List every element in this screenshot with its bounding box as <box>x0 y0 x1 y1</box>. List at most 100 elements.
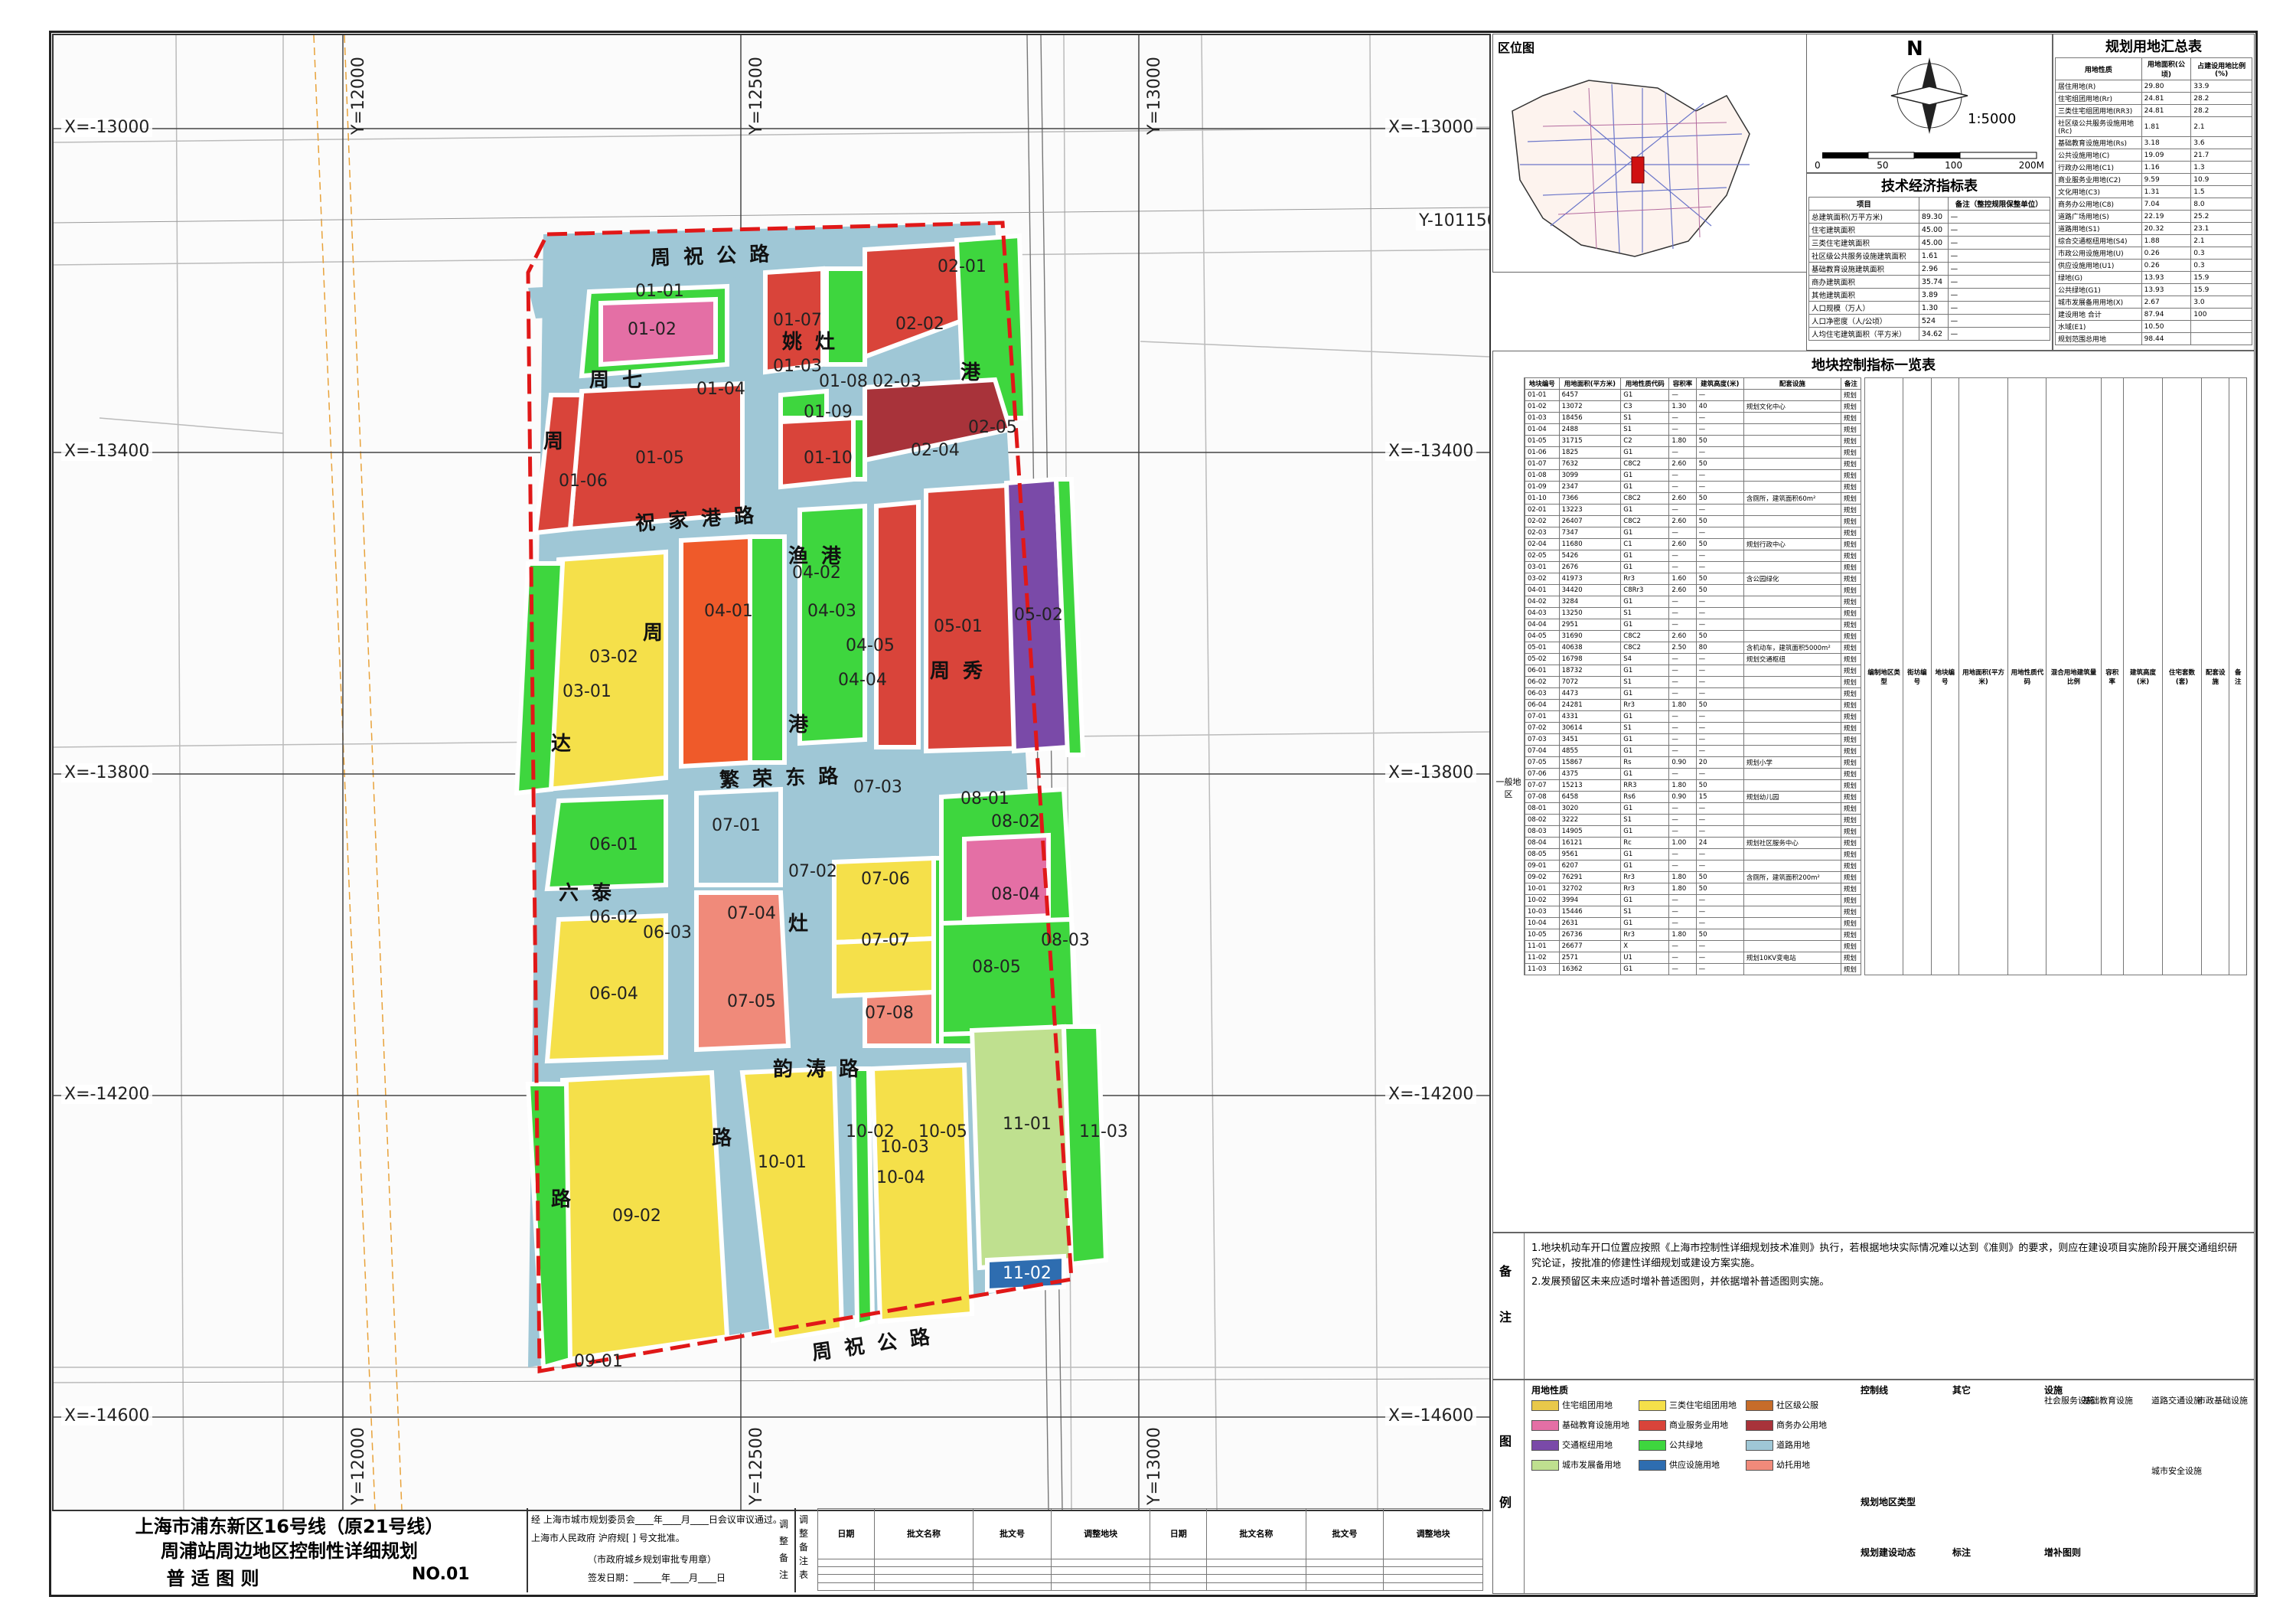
parcel-label[interactable]: 07-05 <box>727 992 776 1011</box>
parcel-label[interactable]: 10-04 <box>876 1168 925 1187</box>
table-row[interactable]: 06-04 24281 Rr3 1.80 50 规划 <box>1525 699 1862 711</box>
table-row[interactable]: 01-07 7632 C8C2 2.60 50 规划 <box>1525 458 1862 470</box>
table-row[interactable]: 01-08 3099 G1— — 规划 <box>1525 469 1862 482</box>
parcel-label[interactable]: 07-04 <box>727 904 776 923</box>
parcel-label[interactable]: 01-07 <box>773 311 822 330</box>
table-row[interactable]: 02-03 7347 G1— — 规划 <box>1525 527 1862 539</box>
table-row[interactable]: 09-02 76291 Rr3 1.80 50 含厕所，建筑面积200m² 规划 <box>1525 871 1862 883</box>
table-row[interactable]: 04-05 31690 C8C2 2.60 50 规划 <box>1525 630 1862 642</box>
parcel-label[interactable]: 06-02 <box>589 908 638 927</box>
table-row[interactable]: 07-04 4855 G1— — 规划 <box>1525 745 1862 757</box>
parcel-label[interactable]: 11-02 <box>1003 1264 1052 1283</box>
table-row[interactable]: 04-03 13250 S1— — 规划 <box>1525 607 1862 619</box>
table-row[interactable]: 01-04 2488 S1— — 规划 <box>1525 423 1862 436</box>
parcel-label[interactable]: 06-03 <box>643 923 692 942</box>
parcel-control-table[interactable]: 地块编号 用地面积(平方米) 用地性质代码 容积率 建筑高度(米) 配套设施 备注 01-0… <box>1525 377 1862 975</box>
parcel-label[interactable]: 07-01 <box>712 816 761 835</box>
regulatory-map[interactable]: X=-13000 X=-13400 X=-13800 X=-14200 X=-1… <box>52 34 1491 1511</box>
table-row[interactable]: 07-07 15213 RR3 1.80 50 规划 <box>1525 779 1862 792</box>
parcel-label[interactable]: 07-02 <box>788 862 837 881</box>
parcel-label[interactable]: 04-02 <box>792 563 841 583</box>
table-row[interactable]: 08-01 3020 G1— — 规划 <box>1525 802 1862 815</box>
parcel-label[interactable]: 01-01 <box>635 282 684 301</box>
parcel-label[interactable]: 01-09 <box>804 403 853 422</box>
table-row[interactable]: 04-04 2951 G1— — 规划 <box>1525 619 1862 631</box>
parcel-label[interactable]: 01-10 <box>804 449 853 468</box>
table-row[interactable]: 01-05 31715 C2 1.80 50 规划 <box>1525 435 1862 447</box>
parcel-label[interactable]: 08-04 <box>991 885 1040 904</box>
table-row[interactable]: 03-01 2676 G1— — 规划 <box>1525 561 1862 573</box>
parcel-label[interactable]: 02-01 <box>938 257 987 276</box>
table-row[interactable]: 05-02 16798 S4— — 规划交通枢纽 规划 <box>1525 653 1862 665</box>
table-row[interactable]: 02-01 13223 G1— — 规划 <box>1525 504 1862 516</box>
parcel-label[interactable]: 01-05 <box>635 449 684 468</box>
parcel-label[interactable]: 07-06 <box>861 870 910 889</box>
parcel-label[interactable]: 10-01 <box>758 1153 807 1172</box>
parcel-label[interactable]: 08-02 <box>991 812 1040 831</box>
parcel-label[interactable]: 04-05 <box>846 636 895 655</box>
parcel-label[interactable]: 11-03 <box>1079 1122 1128 1141</box>
parcel-label[interactable]: 04-01 <box>704 602 753 621</box>
table-row[interactable]: 11-02 2571 U1— — 规划10KV变电站 规划 <box>1525 952 1862 964</box>
table-row[interactable]: 07-02 30614 S1— — 规划 <box>1525 722 1862 734</box>
table-row[interactable]: 06-03 4473 G1— — 规划 <box>1525 687 1862 700</box>
parcel-label[interactable]: 02-05 <box>968 418 1017 437</box>
table-row[interactable]: 08-03 14905 G1— — 规划 <box>1525 825 1862 838</box>
table-row[interactable]: 01-09 2347 G1— — 规划 <box>1525 481 1862 493</box>
parcel-label[interactable]: 10-05 <box>918 1122 967 1141</box>
parcel-label[interactable]: 01-08 <box>819 372 868 391</box>
table-row[interactable]: 10-03 15446 S1— — 规划 <box>1525 906 1862 918</box>
table-row[interactable]: 10-05 26736 Rr3 1.80 50 规划 <box>1525 929 1862 941</box>
parcel-label[interactable]: 07-03 <box>853 778 902 797</box>
table-row[interactable]: 04-02 3284 G1— — 规划 <box>1525 596 1862 608</box>
parcel-label[interactable]: 01-06 <box>559 472 608 491</box>
table-row[interactable]: 07-05 15867 Rs 0.90 20 规划小学 规划 <box>1525 756 1862 769</box>
table-row[interactable]: 07-06 4375 G1— — 规划 <box>1525 768 1862 780</box>
table-row[interactable]: 08-05 9561 G1— — 规划 <box>1525 848 1862 860</box>
parcel-label[interactable]: 08-03 <box>1041 931 1090 950</box>
parcel-label[interactable]: 03-02 <box>589 648 638 667</box>
table-row[interactable]: 11-01 26677 X — — 规划 <box>1525 940 1862 952</box>
table-row[interactable]: 05-01 40638 C8C2 2.50 80 含机动车，建筑面积5000m² 规划 <box>1525 642 1862 654</box>
parcel-label[interactable]: 04-04 <box>838 671 887 690</box>
table-row[interactable]: 02-05 5426 G1— — 规划 <box>1525 550 1862 562</box>
parcel-label[interactable]: 02-04 <box>911 441 960 460</box>
table-row[interactable]: 06-02 7072 S1— — 规划 <box>1525 676 1862 688</box>
parcel-label[interactable]: 09-01 <box>574 1352 623 1371</box>
table-row[interactable]: 10-04 2631 G1— — 规划 <box>1525 917 1862 929</box>
table-row[interactable]: 03-02 41973 Rr3 1.60 50 含公园绿化 规划 <box>1525 573 1862 585</box>
table-row[interactable]: 01-03 18456 S1— — 规划 <box>1525 412 1862 424</box>
parcel-label[interactable]: 08-05 <box>972 958 1021 977</box>
table-row[interactable]: 11-03 16362 G1— — 规划 <box>1525 963 1862 975</box>
parcel-label[interactable]: 06-04 <box>589 985 638 1004</box>
table-row[interactable]: 09-01 6207 G1— — 规划 <box>1525 860 1862 872</box>
table-row[interactable]: 01-10 7366 C8C2 2.60 50 含厕所，建筑面积60m² 规划 <box>1525 492 1862 505</box>
table-row[interactable]: 01-02 13072 C3 1.30 40 规划文化中心 规划 <box>1525 400 1862 413</box>
parcel-label[interactable]: 11-01 <box>1003 1115 1052 1134</box>
parcel-label[interactable]: 08-01 <box>960 789 1009 808</box>
parcel-label[interactable]: 01-03 <box>773 357 822 376</box>
parcel-label[interactable]: 05-02 <box>1014 606 1063 625</box>
parcel-label[interactable]: 04-03 <box>807 602 856 621</box>
table-row[interactable]: 07-01 4331 G1— — 规划 <box>1525 710 1862 723</box>
parcel-label[interactable]: 01-02 <box>628 320 677 339</box>
parcel-label[interactable]: 07-08 <box>865 1004 914 1023</box>
table-row[interactable]: 08-04 16121 Rc 1.00 24 规划社区服务中心 规划 <box>1525 837 1862 849</box>
table-row[interactable]: 08-02 3222 S1— — 规划 <box>1525 814 1862 826</box>
table-row[interactable]: 01-01 6457 G1— — 规划 <box>1525 389 1862 401</box>
table-row[interactable]: 01-06 1825 G1— — 规划 <box>1525 446 1862 459</box>
revision-table[interactable]: 日期 批文名称 批文号 调整地块 日期 批文名称 批文号 调整地块 <box>817 1508 1483 1592</box>
table-row[interactable]: 07-08 6458 Rs6 0.90 15 规划幼儿园 规划 <box>1525 791 1862 803</box>
parcel-label[interactable]: 06-01 <box>589 835 638 854</box>
parcel-label[interactable]: 07-07 <box>861 931 910 950</box>
table-row[interactable]: 10-02 3994 G1— — 规划 <box>1525 894 1862 906</box>
table-row[interactable]: 10-01 32702 Rr3 1.80 50 规划 <box>1525 883 1862 895</box>
table-row[interactable]: 04-01 34420 C8Rr3 2.60 50 规划 <box>1525 584 1862 596</box>
table-row[interactable]: 06-01 18732 G1— — 规划 <box>1525 665 1862 677</box>
parcel-label[interactable]: 01-04 <box>696 380 745 399</box>
table-row[interactable]: 02-04 11680 C1 2.60 50 规划行政中心 规划 <box>1525 538 1862 550</box>
parcel-label[interactable]: 02-03 <box>872 372 921 391</box>
parcel-label[interactable]: 02-02 <box>895 315 944 334</box>
parcel-label[interactable]: 09-02 <box>612 1207 661 1226</box>
table-row[interactable]: 07-03 3451 G1— — 规划 <box>1525 733 1862 746</box>
